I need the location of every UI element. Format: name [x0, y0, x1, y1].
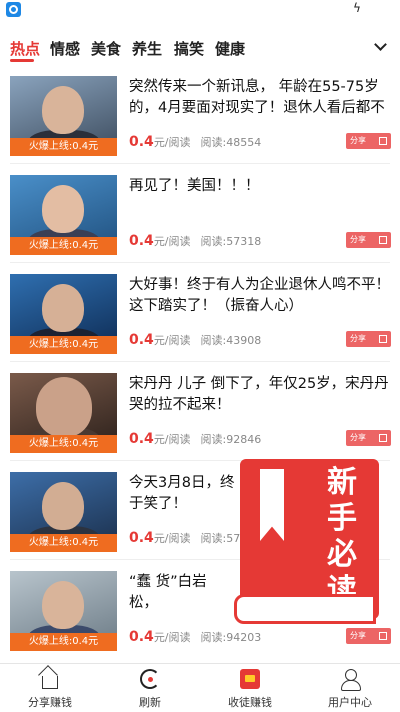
- share-icon: [379, 137, 387, 145]
- article-price: 0.4: [129, 431, 154, 447]
- red-envelope-icon: [240, 669, 260, 689]
- article-price: 0.4: [129, 332, 154, 348]
- nav-refresh[interactable]: 刷新: [100, 664, 200, 712]
- article-title[interactable]: 突然传来一个新讯息， 年龄在55-75岁的，4月要面对现实了！退休人看后都不: [129, 77, 391, 119]
- article-meta: 0.4元/阅读 阅读:570: [129, 530, 247, 546]
- article-title[interactable]: 再见了！美国！！！: [129, 176, 391, 197]
- share-button[interactable]: 分享: [346, 232, 391, 248]
- article-thumbnail: 火爆上线:0.4元: [10, 175, 117, 255]
- article-reads: 阅读:94203: [200, 631, 262, 644]
- article-reads: 阅读:57318: [200, 235, 262, 248]
- tab-health-care[interactable]: 养生: [132, 38, 162, 59]
- article-banner: 火爆上线:0.4元: [10, 534, 117, 552]
- article-meta: 0.4元/阅读 阅读:94203: [129, 629, 261, 645]
- share-label: 分享: [350, 433, 366, 442]
- article-price-unit: 元/阅读: [153, 631, 191, 644]
- book-page: [234, 594, 376, 624]
- article-thumbnail: 火爆上线:0.4元: [10, 274, 117, 354]
- article-price-unit: 元/阅读: [153, 334, 191, 347]
- share-icon: [379, 434, 387, 442]
- share-button[interactable]: 分享: [346, 628, 391, 644]
- tab-emotion[interactable]: 情感: [50, 38, 80, 59]
- nav-label: 分享赚钱: [28, 696, 72, 709]
- article-meta: 0.4元/阅读 阅读:92846: [129, 431, 261, 447]
- share-button[interactable]: 分享: [346, 430, 391, 446]
- share-icon: [379, 632, 387, 640]
- article-thumbnail: 火爆上线:0.4元: [10, 571, 117, 651]
- nav-share-earn[interactable]: 分享赚钱: [0, 664, 100, 712]
- refresh-icon: [140, 669, 160, 689]
- article-price: 0.4: [129, 134, 154, 150]
- article-reads: 阅读:48554: [200, 136, 262, 149]
- nav-label: 刷新: [139, 696, 161, 709]
- article-reads: 阅读:92846: [200, 433, 262, 446]
- category-tabs: 热点 情感 美食 养生 搞笑 健康: [0, 30, 400, 66]
- share-label: 分享: [350, 334, 366, 343]
- newbie-guide-badge[interactable]: 新手必读: [234, 459, 379, 624]
- article-title[interactable]: 大好事！终于有人为企业退休人鸣不平！这下踏实了！（振奋人心）: [129, 275, 391, 317]
- app-icon: [6, 2, 21, 17]
- article-price: 0.4: [129, 629, 154, 645]
- article-thumbnail: 火爆上线:0.4元: [10, 76, 117, 156]
- article-item[interactable]: 火爆上线:0.4元 再见了！美国！！！ 0.4元/阅读 阅读:57318 分享: [0, 165, 400, 263]
- article-banner: 火爆上线:0.4元: [10, 138, 117, 156]
- share-label: 分享: [350, 136, 366, 145]
- article-item[interactable]: 火爆上线:0.4元 突然传来一个新讯息， 年龄在55-75岁的，4月要面对现实了…: [0, 66, 400, 164]
- tab-hot[interactable]: 热点: [10, 38, 40, 59]
- article-title[interactable]: 今天3月8日，终于笑了！: [129, 473, 239, 515]
- article-item[interactable]: 火爆上线:0.4元 大好事！终于有人为企业退休人鸣不平！这下踏实了！（振奋人心）…: [0, 264, 400, 362]
- share-label: 分享: [350, 631, 366, 640]
- share-icon: [379, 335, 387, 343]
- article-banner: 火爆上线:0.4元: [10, 435, 117, 453]
- article-banner: 火爆上线:0.4元: [10, 336, 117, 354]
- article-meta: 0.4元/阅读 阅读:43908: [129, 332, 261, 348]
- status-bar: ϟ: [0, 0, 400, 24]
- flash-icon: ϟ: [353, 1, 361, 15]
- tab-funny[interactable]: 搞笑: [174, 38, 204, 59]
- newbie-guide-label: 新手必读: [327, 465, 357, 608]
- share-label: 分享: [350, 235, 366, 244]
- share-button[interactable]: 分享: [346, 133, 391, 149]
- home-icon: [42, 676, 58, 689]
- article-meta: 0.4元/阅读 阅读:48554: [129, 134, 261, 150]
- nav-label: 收徒赚钱: [228, 696, 272, 709]
- share-button[interactable]: 分享: [346, 331, 391, 347]
- article-title[interactable]: “蠢 货”白岩松，: [129, 572, 229, 614]
- user-icon: [340, 669, 361, 691]
- article-price: 0.4: [129, 233, 154, 249]
- nav-recruit-earn[interactable]: 收徒赚钱: [200, 664, 300, 712]
- article-thumbnail: 火爆上线:0.4元: [10, 472, 117, 552]
- article-meta: 0.4元/阅读 阅读:57318: [129, 233, 261, 249]
- article-thumbnail: 火爆上线:0.4元: [10, 373, 117, 453]
- nav-label: 用户中心: [328, 696, 372, 709]
- article-banner: 火爆上线:0.4元: [10, 237, 117, 255]
- nav-user-center[interactable]: 用户中心: [300, 664, 400, 712]
- article-title[interactable]: 宋丹丹 儿子 倒下了，年仅25岁，宋丹丹哭的拉不起来！: [129, 374, 391, 416]
- article-price-unit: 元/阅读: [153, 235, 191, 248]
- article-reads: 阅读:43908: [200, 334, 262, 347]
- bottom-nav: 分享赚钱 刷新 收徒赚钱 用户中心: [0, 663, 400, 711]
- article-banner: 火爆上线:0.4元: [10, 633, 117, 651]
- article-price-unit: 元/阅读: [153, 136, 191, 149]
- tab-health[interactable]: 健康: [215, 38, 245, 59]
- article-price-unit: 元/阅读: [153, 532, 191, 545]
- tab-food[interactable]: 美食: [91, 38, 121, 59]
- article-price-unit: 元/阅读: [153, 433, 191, 446]
- article-item[interactable]: 火爆上线:0.4元 宋丹丹 儿子 倒下了，年仅25岁，宋丹丹哭的拉不起来！ 0.…: [0, 363, 400, 461]
- active-tab-indicator: [10, 59, 34, 62]
- share-icon: [379, 236, 387, 244]
- article-price: 0.4: [129, 530, 154, 546]
